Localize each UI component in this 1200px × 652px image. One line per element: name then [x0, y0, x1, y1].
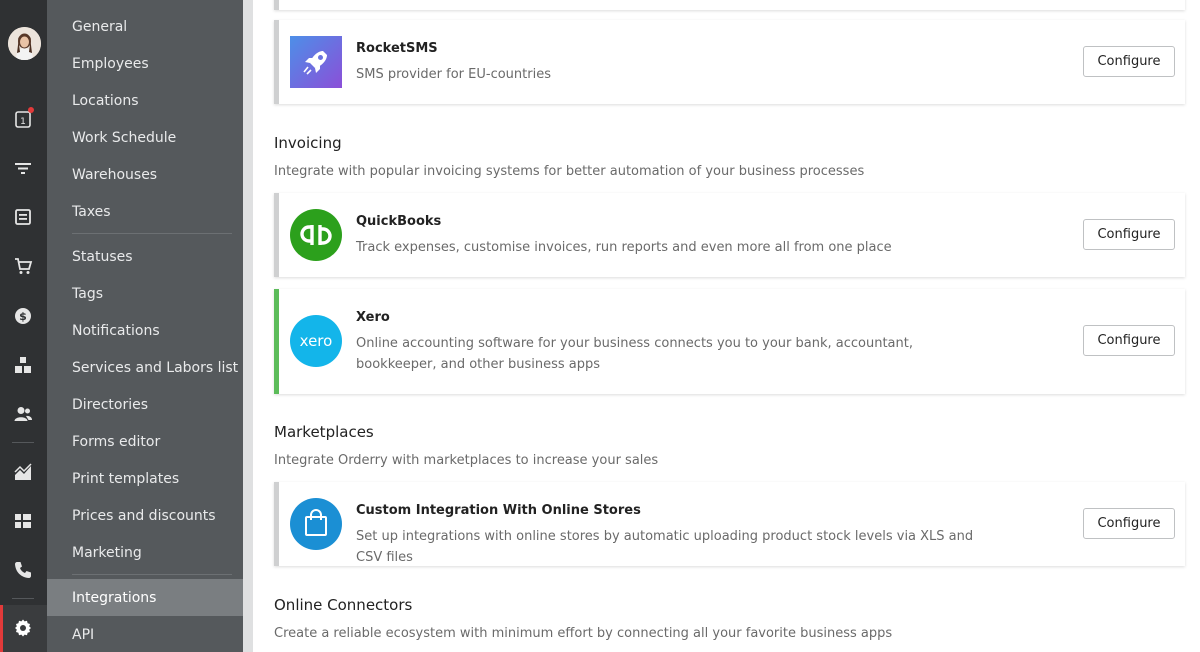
- rail-divider: [12, 442, 34, 443]
- xero-description: Online accounting software for your busi…: [356, 336, 913, 372]
- filter-icon[interactable]: [11, 156, 35, 180]
- rocketsms-description: SMS provider for EU-countries: [356, 67, 551, 82]
- rocketsms-logo: [290, 36, 342, 88]
- menu-item-print-templates[interactable]: Print templates: [47, 460, 243, 497]
- orders-icon[interactable]: [11, 205, 35, 229]
- connectors-section-title: Online Connectors: [274, 596, 413, 614]
- icon-rail: 1 $: [0, 0, 47, 652]
- cart-icon[interactable]: [11, 254, 35, 278]
- menu-item-warehouses[interactable]: Warehouses: [47, 156, 243, 193]
- svg-text:$: $: [19, 310, 27, 323]
- online-stores-description: Set up integrations with online stores b…: [356, 529, 974, 565]
- calendar-icon[interactable]: 1: [11, 107, 35, 131]
- online-stores-title: Custom Integration With Online Stores: [356, 503, 641, 518]
- menu-item-directories[interactable]: Directories: [47, 386, 243, 423]
- menu-item-work-schedule[interactable]: Work Schedule: [47, 119, 243, 156]
- menu-item-forms-editor[interactable]: Forms editor: [47, 423, 243, 460]
- quickbooks-configure-button[interactable]: Configure: [1083, 219, 1175, 250]
- menu-item-services-and-labors[interactable]: Services and Labors list: [47, 349, 243, 386]
- online-stores-configure-button[interactable]: Configure: [1083, 508, 1175, 539]
- active-rail-indicator: [0, 605, 3, 652]
- menu-divider: [72, 233, 232, 234]
- menu-item-locations[interactable]: Locations: [47, 82, 243, 119]
- xero-logo: xero: [290, 315, 342, 367]
- integration-card-online-stores: Custom Integration With Online Stores Se…: [274, 482, 1185, 566]
- menu-item-prices-and-discounts[interactable]: Prices and discounts: [47, 497, 243, 534]
- xero-configure-button[interactable]: Configure: [1083, 325, 1175, 356]
- rocketsms-configure-button[interactable]: Configure: [1083, 46, 1175, 77]
- invoicing-section-title: Invoicing: [274, 134, 342, 152]
- phone-icon[interactable]: [11, 558, 35, 582]
- rocketsms-title: RocketSMS: [356, 41, 438, 56]
- menu-item-integrations[interactable]: Integrations: [47, 579, 243, 616]
- svg-text:xero: xero: [300, 332, 333, 350]
- avatar[interactable]: [8, 27, 41, 60]
- gear-icon[interactable]: [11, 616, 35, 640]
- integrations-content: RocketSMS SMS provider for EU-countries …: [253, 0, 1200, 652]
- contacts-icon[interactable]: [11, 402, 35, 426]
- integration-card-rocketsms: RocketSMS SMS provider for EU-countries …: [274, 20, 1185, 104]
- menu-item-marketing[interactable]: Marketing: [47, 534, 243, 571]
- rail-divider: [12, 598, 34, 599]
- money-icon[interactable]: $: [11, 304, 35, 328]
- warehouse-icon[interactable]: [11, 353, 35, 377]
- dashboard-icon[interactable]: [11, 509, 35, 533]
- analytics-icon[interactable]: [11, 460, 35, 484]
- marketplaces-section-subtitle: Integrate Orderry with marketplaces to i…: [274, 453, 659, 468]
- integration-card-xero: xero Xero Online accounting software for…: [274, 289, 1185, 394]
- xero-title: Xero: [356, 310, 390, 325]
- menu-item-employees[interactable]: Employees: [47, 45, 243, 82]
- menu-item-api[interactable]: API: [47, 616, 243, 652]
- quickbooks-title: QuickBooks: [356, 214, 442, 229]
- menu-item-notifications[interactable]: Notifications: [47, 312, 243, 349]
- shopping-bag-logo: [290, 498, 342, 550]
- menu-item-tags[interactable]: Tags: [47, 275, 243, 312]
- svg-text:1: 1: [20, 117, 26, 127]
- notification-dot: [28, 107, 34, 113]
- integration-card-quickbooks: QuickBooks Track expenses, customise inv…: [274, 193, 1185, 277]
- menu-divider: [72, 574, 232, 575]
- quickbooks-logo: [290, 209, 342, 261]
- menu-separator-strip: [243, 0, 253, 652]
- invoicing-section-subtitle: Integrate with popular invoicing systems…: [274, 164, 865, 179]
- menu-item-taxes[interactable]: Taxes: [47, 193, 243, 230]
- marketplaces-section-title: Marketplaces: [274, 423, 374, 441]
- quickbooks-description: Track expenses, customise invoices, run …: [356, 240, 892, 255]
- connectors-section-subtitle: Create a reliable ecosystem with minimum…: [274, 626, 893, 641]
- menu-item-statuses[interactable]: Statuses: [47, 238, 243, 275]
- integration-card-partial: [274, 0, 1185, 10]
- settings-menu: General Employees Locations Work Schedul…: [47, 0, 243, 652]
- menu-item-general[interactable]: General: [47, 8, 243, 45]
